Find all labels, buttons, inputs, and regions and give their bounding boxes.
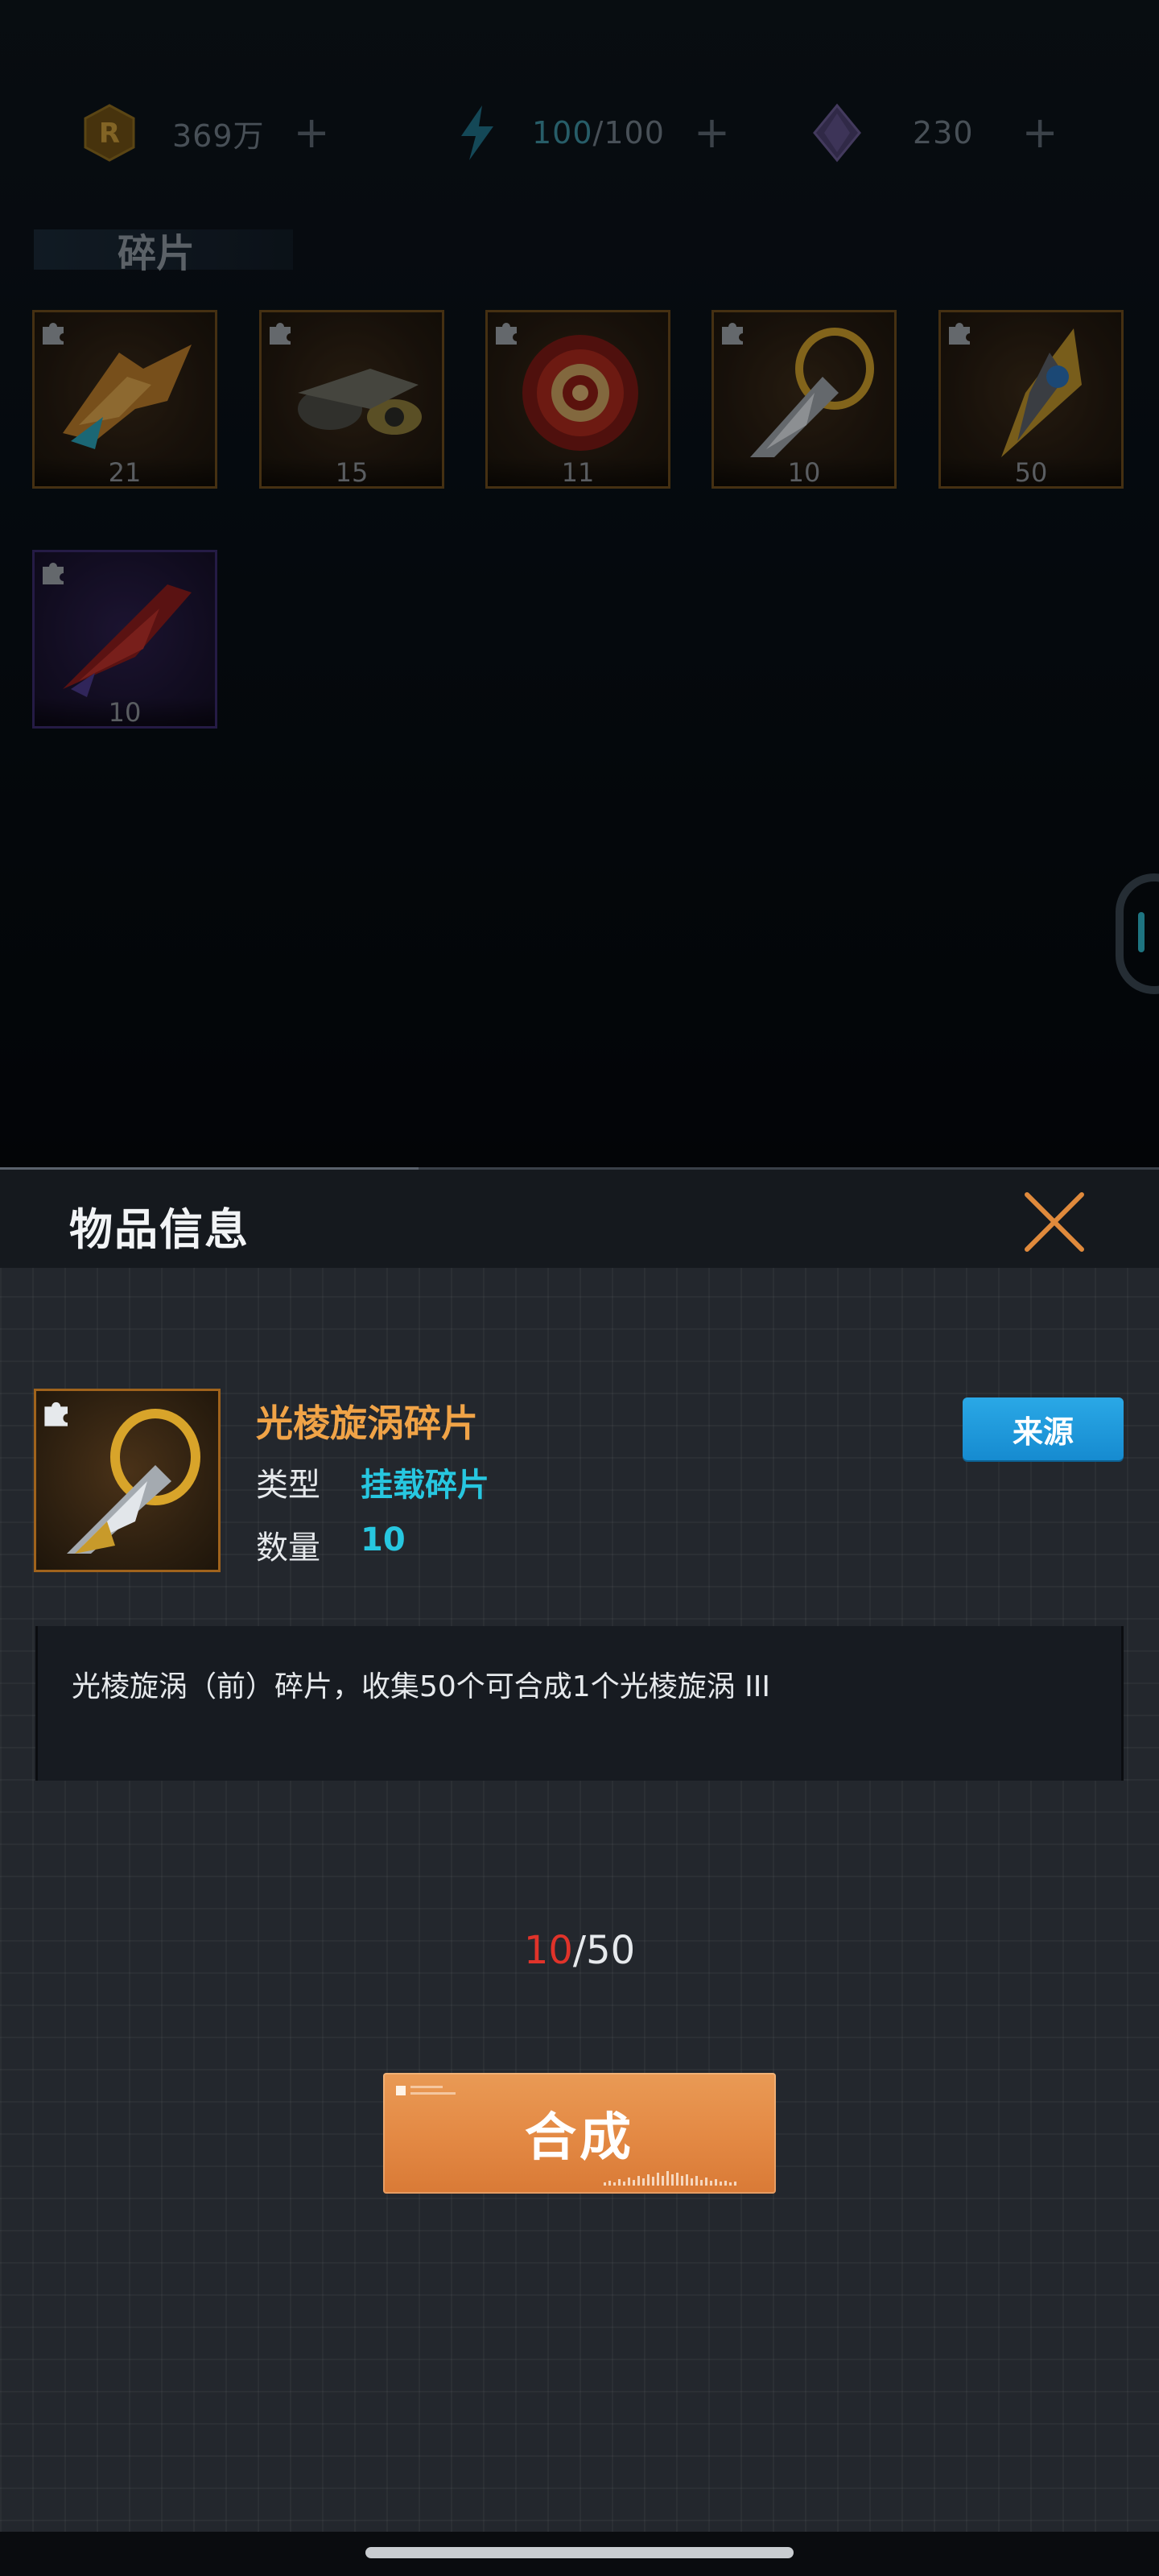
button-deco-equalizer bbox=[604, 2165, 765, 2186]
panel-header: 物品信息 bbox=[0, 1167, 1159, 1268]
ring-vortex-fragment-icon bbox=[67, 1409, 200, 1554]
modal-overlay bbox=[0, 0, 1159, 1167]
panel-title: 物品信息 bbox=[69, 1204, 250, 1255]
progress-current: 10 bbox=[523, 1928, 573, 1973]
button-deco-square bbox=[396, 2086, 406, 2095]
item-name: 光棱旋涡碎片 bbox=[256, 1402, 478, 1445]
item-quantity-row: 数量 10 bbox=[256, 1521, 406, 1568]
progress-total: /50 bbox=[572, 1928, 636, 1973]
quantity-label: 数量 bbox=[256, 1530, 320, 1567]
synthesize-label: 合成 bbox=[525, 2108, 634, 2168]
item-icon bbox=[34, 1389, 221, 1572]
description-text: 光棱旋涡（前）碎片，收集50个可合成1个光棱旋涡 III bbox=[72, 1670, 771, 1703]
close-icon[interactable] bbox=[1022, 1190, 1087, 1254]
collection-progress: 10/50 bbox=[0, 1928, 1159, 1973]
source-button[interactable]: 来源 bbox=[963, 1397, 1124, 1460]
button-deco-lines bbox=[410, 2086, 459, 2107]
item-type-row: 类型 挂载碎片 bbox=[256, 1459, 489, 1505]
quantity-value: 10 bbox=[361, 1521, 406, 1558]
home-indicator[interactable] bbox=[365, 2547, 794, 2558]
type-label: 类型 bbox=[256, 1467, 320, 1504]
item-info-panel: 物品信息 光棱旋涡碎片 类型 挂载碎片 数量 10 来源 光棱旋涡（前）碎片，收… bbox=[0, 1167, 1159, 2532]
synthesize-button[interactable]: 合成 bbox=[383, 2073, 776, 2194]
type-value: 挂载碎片 bbox=[361, 1467, 489, 1504]
description-box: 光棱旋涡（前）碎片，收集50个可合成1个光棱旋涡 III bbox=[35, 1626, 1124, 1781]
header-notch bbox=[0, 1167, 419, 1170]
